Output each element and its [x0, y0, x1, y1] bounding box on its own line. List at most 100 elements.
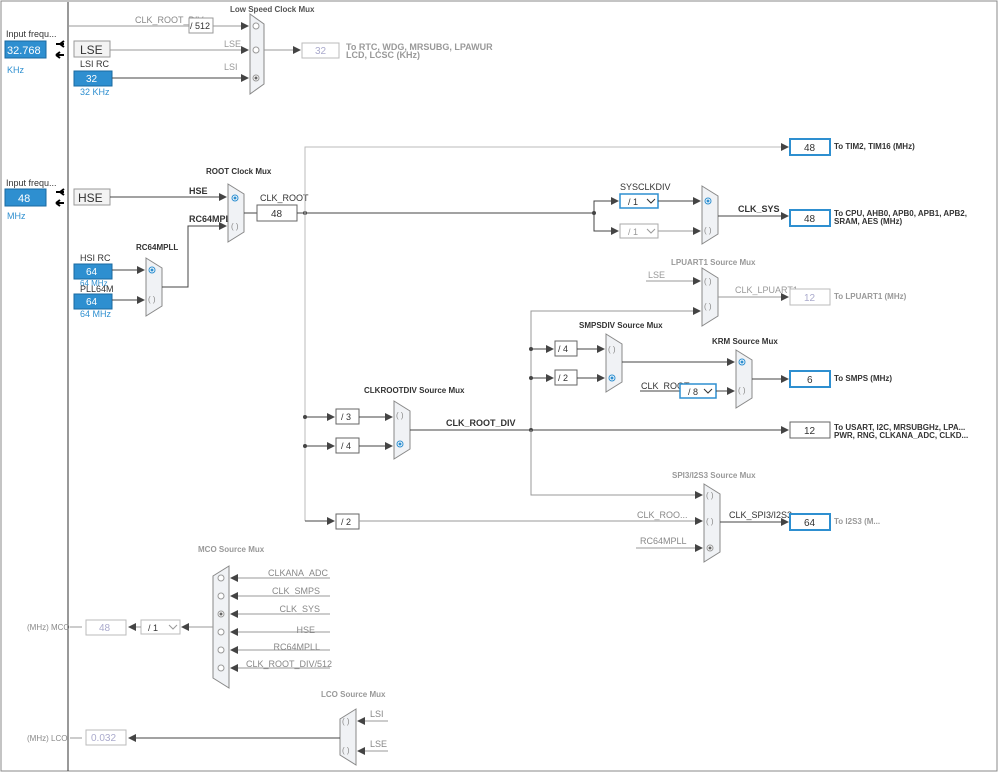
sysclk-junction — [592, 211, 596, 215]
lco-output-label: (MHz) LCO — [27, 734, 67, 743]
lpuart-radio-1[interactable]: ( ) — [704, 277, 712, 286]
sysclk-mux[interactable] — [701, 185, 719, 245]
output-i2s-label: To I2S3 (M... — [834, 517, 880, 526]
mco-div-select[interactable] — [140, 619, 181, 635]
smpsdiv-radio-1[interactable]: ( ) — [608, 345, 616, 354]
output-smps-label: To SMPS (MHz) — [834, 374, 892, 383]
root-clock-mux[interactable] — [227, 183, 245, 243]
mco-radio[interactable] — [217, 646, 225, 654]
clock-configuration-diagram: Input frequ... 32.768 KHz LSE LSI RC 32 … — [0, 0, 999, 773]
spi-mux-title: SPI3/I2S3 Source Mux — [672, 471, 756, 480]
clk-spi-label: CLK_SPI3/I2S3 — [729, 510, 792, 520]
lse-input-label: Input frequ... — [6, 29, 57, 39]
smpsdiv-radio-2-dot — [610, 376, 614, 380]
mco-mux-title: MCO Source Mux — [198, 545, 265, 554]
smpsdiv-mux[interactable] — [605, 333, 623, 393]
low-speed-radio-div[interactable] — [252, 22, 260, 30]
output-lpuart-value: 12 — [804, 293, 816, 304]
clkrootdiv-radio-2-dot — [398, 442, 402, 446]
mco-radio[interactable] — [217, 664, 225, 672]
output-cpu-label2: SRAM, AES (MHz) — [834, 217, 902, 226]
spi-radio-3-dot — [708, 546, 712, 550]
sysclkdiv-title: SYSCLKDIV — [620, 182, 671, 192]
root-mux-radio-rc64[interactable]: ( ) — [231, 222, 239, 231]
sysclk-radio-2[interactable]: ( ) — [704, 226, 712, 235]
lco-output-value: 0.032 — [91, 733, 116, 744]
spi-in2-label: RC64MPLL — [640, 536, 687, 546]
hsi-rc-label: HSI RC — [80, 253, 111, 263]
clkrootdiv-mux-title: CLKROOTDIV Source Mux — [364, 386, 465, 395]
mco-input-label: CLKANA_ADC — [268, 568, 329, 578]
low-speed-radio-lse[interactable] — [252, 46, 260, 54]
low-speed-lsi-label: LSI — [224, 62, 238, 72]
clkrootdiv-radio-1[interactable]: ( ) — [396, 411, 404, 420]
output-cpu-value: 48 — [804, 214, 816, 225]
rc64mpll-radio-pll[interactable]: ( ) — [148, 295, 156, 304]
frame-border — [0, 0, 998, 772]
low-speed-mux-title: Low Speed Clock Mux — [230, 5, 315, 14]
clkrootdiv-div3: / 3 — [341, 412, 351, 422]
lco-radio-2[interactable]: ( ) — [342, 746, 350, 755]
hse-arrow-left-icon — [55, 199, 64, 207]
sysclkdiv-select-1-value: / 1 — [628, 197, 638, 207]
krm-div-value: / 8 — [688, 387, 698, 397]
output-usart-label2: PWR, RNG, CLKANA_ADC, CLKD... — [834, 431, 968, 440]
lsi-rc-value: 32 — [86, 74, 98, 85]
rc64mpll-radio-hsi-dot — [150, 268, 154, 272]
spi-div2: / 2 — [341, 517, 351, 527]
output-tim-label: To TIM2, TIM16 (MHz) — [834, 142, 915, 151]
lco-mux-title: LCO Source Mux — [321, 690, 386, 699]
low-speed-radio-lsi-dot — [254, 76, 258, 80]
pll64m-value: 64 — [86, 297, 98, 308]
mco-input-label: CLK_ROOT_DIV/512 — [246, 659, 332, 669]
output-usart-value: 12 — [804, 426, 816, 437]
pll64m-label: PLL64M — [80, 284, 114, 294]
output-tim-value: 48 — [804, 143, 816, 154]
clk-root-value: 48 — [271, 209, 283, 220]
spi-radio-1[interactable]: ( ) — [706, 491, 714, 500]
krm-radio-1-dot — [740, 360, 744, 364]
hse-unit: MHz — [7, 211, 26, 221]
clkrootdiv-div4: / 4 — [341, 441, 351, 451]
mco-radio[interactable] — [217, 628, 225, 636]
output-smps-value: 6 — [807, 375, 813, 386]
sysclk-radio-1-dot — [706, 199, 710, 203]
mco-input-label: CLK_SYS — [279, 604, 320, 614]
smps-junction-2 — [529, 376, 533, 380]
mco-radio[interactable] — [217, 592, 225, 600]
sysclkdiv-in1-line — [593, 197, 619, 213]
lse-arrow-right-icon — [56, 40, 65, 48]
spi-in-clkrootdiv-line — [530, 430, 703, 499]
lco-lsi-label: LSI — [370, 709, 384, 719]
clkrootdiv-mux[interactable] — [393, 400, 411, 460]
mco-inputs: CLKANA_ADC CLK_SMPS CLK_SYS HSE RC64MPLL… — [230, 568, 332, 672]
clkroot-junction-1 — [303, 415, 307, 419]
spi-radio-2[interactable]: ( ) — [706, 517, 714, 526]
hse-source-label: HSE — [78, 191, 103, 205]
krm-mux[interactable] — [735, 349, 753, 409]
clk-sys-label: CLK_SYS — [738, 204, 780, 214]
root-mux-title: ROOT Clock Mux — [206, 167, 272, 176]
krm-mux-title: KRM Source Mux — [712, 337, 778, 346]
mco-input-label: HSE — [296, 625, 315, 635]
lpuart-radio-2[interactable]: ( ) — [704, 302, 712, 311]
clk-root-div-label: CLK_ROOT_DIV — [446, 418, 516, 428]
mco-input-label: CLK_SMPS — [272, 586, 320, 596]
smps-junction-1 — [529, 347, 533, 351]
output-i2s-value: 64 — [804, 518, 816, 529]
krm-radio-2[interactable]: ( ) — [738, 386, 746, 395]
lsi-rc-label: LSI RC — [80, 59, 110, 69]
smpsdiv-div2: / 2 — [558, 373, 568, 383]
rc64mpll-mux[interactable] — [145, 257, 163, 317]
rc64mpll-mux-title: RC64MPLL — [136, 243, 178, 252]
smpsdiv-mux-title: SMPSDIV Source Mux — [579, 321, 663, 330]
mco-radio[interactable] — [217, 574, 225, 582]
lco-radio-1[interactable]: ( ) — [342, 717, 350, 726]
root-mux-radio-hse-dot — [233, 196, 237, 200]
hsi-rc-value: 64 — [86, 267, 98, 278]
lse-source-label: LSE — [80, 43, 103, 57]
pll64m-unit: 64 MHz — [80, 309, 112, 319]
lpuart-lse-label: LSE — [648, 270, 665, 280]
mco-output-value: 48 — [99, 623, 111, 634]
output-rtc-value: 32 — [315, 46, 327, 57]
